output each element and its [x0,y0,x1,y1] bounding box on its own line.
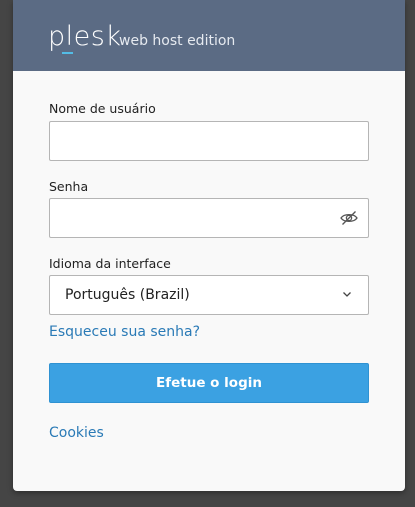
edition-label: web host edition [119,33,236,49]
eye-slash-icon[interactable] [340,210,358,226]
login-card: plesk web host edition Nome de usuário S… [13,0,405,491]
username-label: Nome de usuário [49,101,156,116]
language-label: Idioma da interface [49,256,171,271]
logo-accent [62,52,73,54]
cookies-link[interactable]: Cookies [49,424,104,442]
chevron-down-icon [343,292,351,297]
username-input[interactable] [49,121,369,161]
language-selected: Português (Brazil) [65,287,190,303]
forgot-password-link[interactable]: Esqueceu sua senha? [49,323,200,341]
password-label: Senha [49,179,89,194]
header: plesk web host edition [13,0,405,71]
language-select[interactable]: Português (Brazil) [49,275,369,315]
password-input[interactable] [49,198,369,238]
login-button[interactable]: Efetue o login [49,363,369,403]
plesk-logo: plesk [48,21,122,52]
